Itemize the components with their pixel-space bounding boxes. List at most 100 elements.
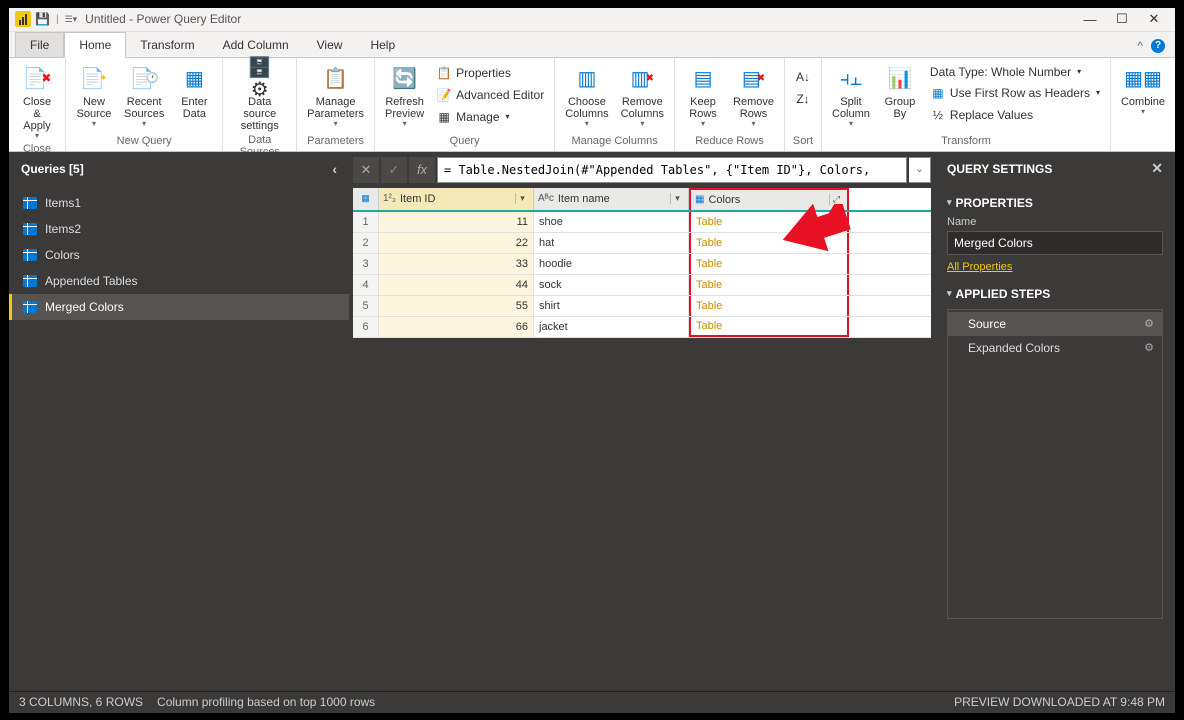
name-label: Name [947,216,1163,228]
tab-add-column[interactable]: Add Column [209,33,303,57]
all-properties-link[interactable]: All Properties [947,261,1012,273]
cell-colors-table[interactable]: Table [689,254,849,274]
settings-header: QUERY SETTINGS ✕ [935,152,1175,186]
data-grid: ▦ 1²₃Item ID▾ AᴮᴄItem name▾ ▦Colors⤢ 111… [353,188,931,338]
cell-item-name[interactable]: hat [534,233,689,253]
combine-button[interactable]: ▦▦Combine▾ [1117,63,1169,119]
table-icon [23,197,37,209]
enter-data-button[interactable]: ▦Enter Data [172,63,216,122]
keep-rows-button[interactable]: ▤Keep Rows▾ [681,63,725,131]
column-dropdown-icon[interactable]: ▾ [515,193,529,204]
column-header-colors[interactable]: ▦Colors⤢ [689,188,849,210]
sort-asc-button[interactable]: A↓ [791,67,815,87]
window-title: Untitled - Power Query Editor [85,12,241,26]
maximize-button[interactable]: ☐ [1115,12,1129,26]
table-row[interactable]: 444sockTable [353,275,931,296]
table-row[interactable]: 666jacketTable [353,317,931,338]
cell-item-id[interactable]: 22 [379,233,534,253]
status-profiling: Column profiling based on top 1000 rows [157,695,375,709]
refresh-preview-button[interactable]: 🔄Refresh Preview▾ [381,63,428,131]
table-icon [23,275,37,287]
table-row[interactable]: 333hoodieTable [353,254,931,275]
group-by-button[interactable]: 📊Group By [878,63,922,122]
applied-step-source[interactable]: Source⚙ [948,312,1162,336]
query-item-items1[interactable]: Items1 [9,190,349,216]
save-icon[interactable]: 💾 [35,12,50,26]
column-header-item-name[interactable]: AᴮᴄItem name▾ [534,188,689,210]
close-settings-icon[interactable]: ✕ [1151,160,1163,177]
column-dropdown-icon[interactable]: ▾ [670,193,684,204]
cell-item-name[interactable]: jacket [534,317,689,337]
gear-icon[interactable]: ⚙ [1144,341,1154,354]
cell-item-name[interactable]: hoodie [534,254,689,274]
data-source-settings-button[interactable]: 🗄️⚙Data source settings [229,63,290,134]
advanced-editor-button[interactable]: 📝Advanced Editor [432,85,548,105]
qat-dropdown-icon[interactable]: ☰▾ [65,14,78,25]
properties-section[interactable]: PROPERTIES [947,196,1163,210]
cell-item-id[interactable]: 11 [379,212,534,232]
close-window-button[interactable]: ✕ [1147,12,1161,26]
table-row[interactable]: 555shirtTable [353,296,931,317]
expand-formula-icon[interactable]: ⌄ [909,157,931,183]
remove-columns-button[interactable]: ▥✖Remove Columns▾ [617,63,668,131]
tab-transform[interactable]: Transform [126,33,208,57]
cell-item-id[interactable]: 33 [379,254,534,274]
cell-item-id[interactable]: 66 [379,317,534,337]
minimize-button[interactable]: — [1083,12,1097,26]
column-header-item-id[interactable]: 1²₃Item ID▾ [379,188,534,210]
row-number: 4 [353,275,379,295]
cell-item-name[interactable]: shirt [534,296,689,316]
applied-steps-section[interactable]: APPLIED STEPS [947,287,1163,301]
formula-input[interactable] [437,157,907,183]
cell-colors-table[interactable]: Table [689,317,849,337]
new-source-button[interactable]: 📄✦New Source▾ [72,63,116,131]
applied-step-expanded-colors[interactable]: Expanded Colors⚙ [948,336,1162,360]
query-item-colors[interactable]: Colors [9,242,349,268]
table-row[interactable]: 111shoeTable [353,212,931,233]
manage-button[interactable]: ▦Manage▾ [432,107,548,127]
help-icon[interactable]: ? [1151,39,1165,53]
query-name-input[interactable] [947,231,1163,255]
tab-help[interactable]: Help [356,33,409,57]
expand-column-icon[interactable]: ⤢ [829,194,843,205]
fx-icon[interactable]: fx [409,157,435,183]
cell-item-name[interactable]: shoe [534,212,689,232]
cell-item-name[interactable]: sock [534,275,689,295]
sort-desc-button[interactable]: Z↓ [791,89,815,109]
ribbon: 📄✖Close & Apply▾ Close 📄✦New Source▾ 📄🕐R… [9,58,1175,152]
query-item-merged-colors[interactable]: Merged Colors [9,294,349,320]
table-row[interactable]: 222hatTable [353,233,931,254]
cell-item-id[interactable]: 44 [379,275,534,295]
row-number: 3 [353,254,379,274]
accept-formula-icon[interactable]: ✓ [381,157,407,183]
properties-button[interactable]: 📋Properties [432,63,548,83]
cell-colors-table[interactable]: Table [689,275,849,295]
cancel-formula-icon[interactable]: ✕ [353,157,379,183]
cell-colors-table[interactable]: Table [689,296,849,316]
cell-colors-table[interactable]: Table [689,233,849,253]
select-all-corner[interactable]: ▦ [353,188,379,210]
replace-values-button[interactable]: ½Replace Values [926,105,1104,125]
query-item-items2[interactable]: Items2 [9,216,349,242]
row-number: 1 [353,212,379,232]
app-icon [15,11,31,27]
tab-file[interactable]: File [15,32,64,57]
manage-parameters-button[interactable]: 📋Manage Parameters▾ [303,63,368,131]
remove-rows-button[interactable]: ▤✖Remove Rows▾ [729,63,778,131]
collapse-ribbon-icon[interactable]: ^ [1137,39,1143,53]
recent-sources-button[interactable]: 📄🕐Recent Sources▾ [120,63,168,131]
cell-item-id[interactable]: 55 [379,296,534,316]
cell-colors-table[interactable]: Table [689,212,849,232]
gear-icon[interactable]: ⚙ [1144,317,1154,330]
data-preview-pane: ✕ ✓ fx ⌄ ▦ 1²₃Item ID▾ AᴮᴄItem name▾ ▦Co… [349,152,935,691]
data-type-button[interactable]: Data Type: Whole Number▾ [926,63,1104,81]
title-bar: 💾 | ☰▾ Untitled - Power Query Editor — ☐… [9,8,1175,32]
split-column-button[interactable]: ⫞⫠Split Column▾ [828,63,874,131]
close-apply-button[interactable]: 📄✖Close & Apply▾ [15,63,59,143]
collapse-queries-icon[interactable]: ‹ [332,161,337,177]
choose-columns-button[interactable]: ▥Choose Columns▾ [561,63,612,131]
tab-view[interactable]: View [303,33,357,57]
first-row-headers-button[interactable]: ▦Use First Row as Headers▾ [926,83,1104,103]
tab-home[interactable]: Home [64,32,126,58]
query-item-appended-tables[interactable]: Appended Tables [9,268,349,294]
